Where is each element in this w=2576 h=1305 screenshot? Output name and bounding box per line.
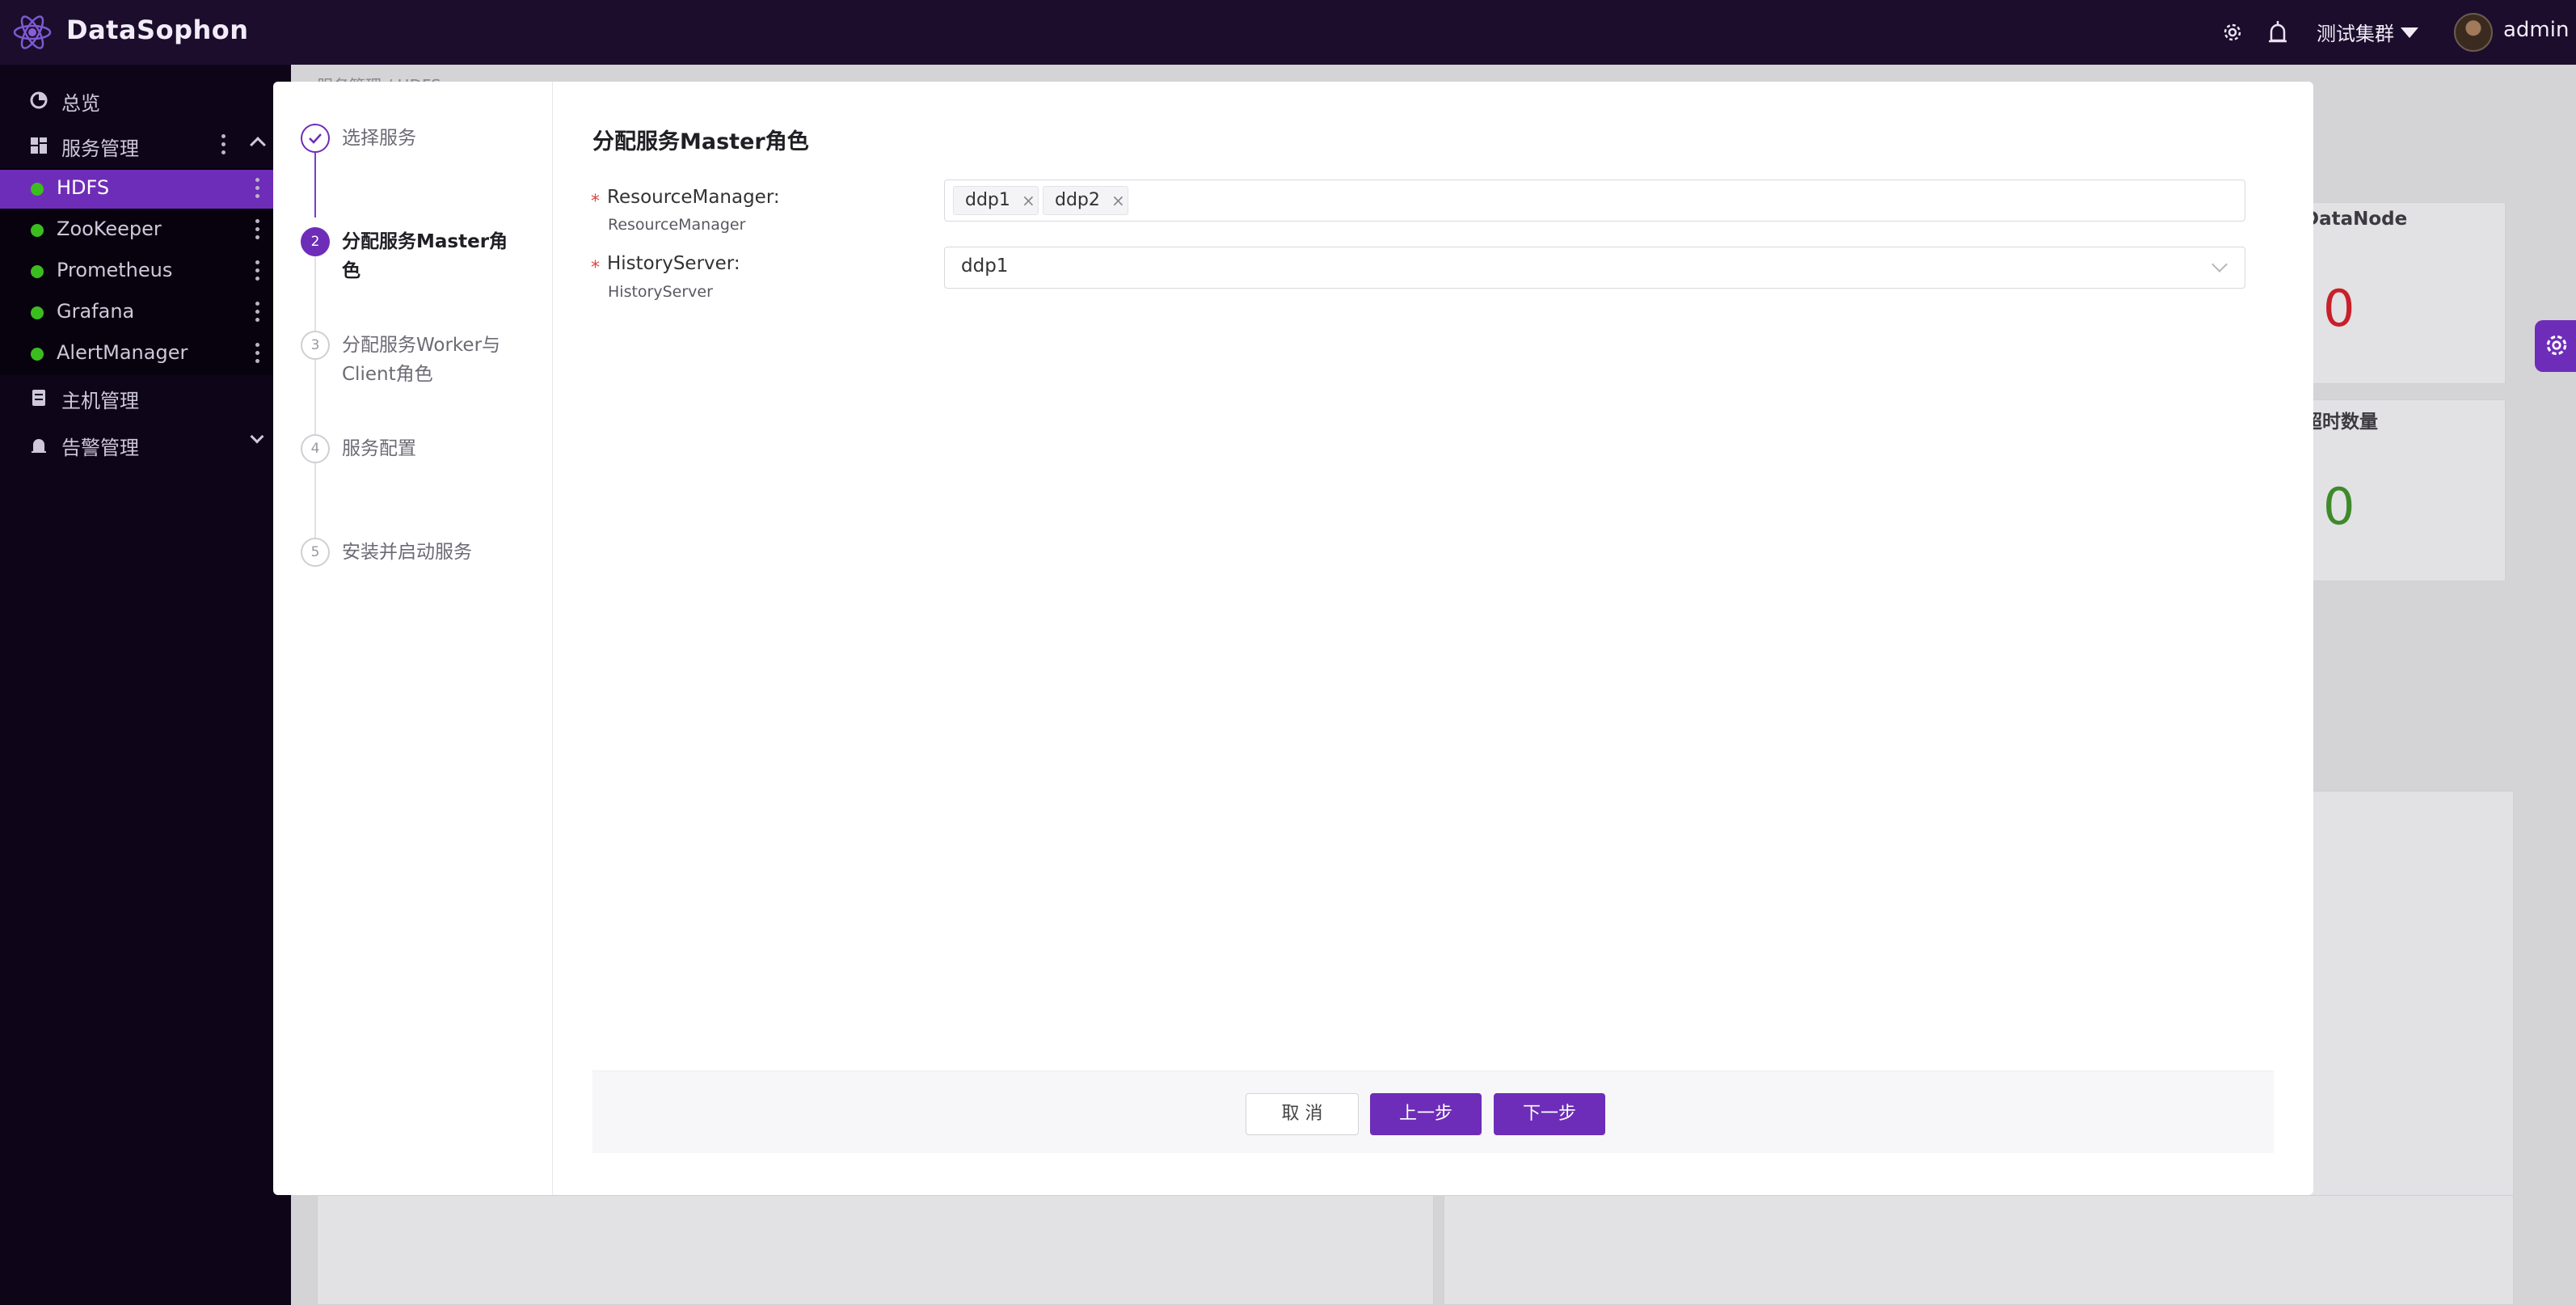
chevron-up-icon[interactable]: [250, 137, 266, 153]
previous-step-button[interactable]: 上一步: [1370, 1093, 1482, 1135]
field-sublabel-resourcemanager: ResourceManager: [608, 216, 746, 234]
remove-tag-icon[interactable]: ×: [1111, 187, 1125, 214]
metric-card-value: 0: [2323, 279, 2355, 338]
more-vertical-icon[interactable]: [255, 260, 260, 283]
select-value: ddp1: [961, 256, 1009, 277]
step-1-title: 选择服务: [342, 128, 416, 149]
top-header: DataSophon 测试集群 admin: [0, 0, 2576, 65]
alarm-icon: [32, 439, 46, 453]
sidebar-item-alertmanager[interactable]: AlertManager: [0, 335, 275, 374]
historyserver-select[interactable]: ddp1: [944, 247, 2245, 289]
sidebar-item-overview[interactable]: 总览: [0, 81, 275, 120]
metric-card-label: 超时数量: [2304, 412, 2378, 433]
tag-label: ddp1: [965, 190, 1010, 210]
step-connector: [314, 256, 316, 331]
step-3-indicator: 3: [301, 331, 330, 360]
add-service-dialog: 选择服务 2 分配服务Master角色 3 分配服务Worker与Client角…: [273, 82, 2313, 1195]
cluster-selector[interactable]: 测试集群: [2317, 18, 2394, 46]
step-4-title: 服务配置: [342, 438, 416, 459]
chevron-down-icon: [2211, 256, 2228, 272]
wizard-steps: 选择服务 2 分配服务Master角色 3 分配服务Worker与Client角…: [273, 82, 553, 1195]
sidebar-item-grafana[interactable]: Grafana: [0, 294, 275, 332]
resourcemanager-multiselect[interactable]: ddp1 × ddp2 ×: [944, 179, 2245, 222]
sidebar-item-host-management[interactable]: 主机管理: [0, 378, 275, 417]
pie-chart-icon: [30, 91, 48, 109]
status-dot: [31, 183, 44, 196]
field-label-resourcemanager: ResourceManager:: [607, 187, 780, 208]
step-5-indicator: 5: [301, 538, 330, 567]
more-vertical-icon[interactable]: [255, 343, 260, 365]
step-1-indicator: [301, 124, 330, 153]
next-step-button[interactable]: 下一步: [1494, 1093, 1605, 1135]
datasophon-logo-icon[interactable]: [11, 11, 53, 53]
sidebar-item-label: AlertManager: [57, 341, 188, 364]
sidebar-item-alert-management[interactable]: 告警管理: [0, 425, 275, 464]
step-5-title: 安装并启动服务: [342, 542, 472, 563]
field-label-historyserver: HistoryServer:: [607, 253, 740, 274]
sidebar-item-prometheus[interactable]: Prometheus: [0, 252, 275, 291]
sidebar-item-service-management[interactable]: 服务管理: [0, 126, 275, 165]
sidebar-item-label: HDFS: [57, 176, 110, 199]
chevron-down-icon[interactable]: [250, 429, 264, 444]
step-4-indicator: 4: [301, 434, 330, 463]
server-icon: [32, 390, 45, 406]
step-connector: [314, 463, 316, 538]
sidebar-item-label: 主机管理: [61, 390, 139, 412]
panel: [317, 1195, 1434, 1305]
sidebar-item-label: 总览: [61, 92, 100, 115]
step-connector: [314, 153, 316, 218]
sidebar-item-zookeeper[interactable]: ZooKeeper: [0, 211, 275, 250]
more-vertical-icon[interactable]: [255, 302, 260, 324]
field-sublabel-historyserver: HistoryServer: [608, 283, 713, 301]
required-marker: *: [591, 258, 600, 278]
selected-tag: ddp2 ×: [1043, 186, 1128, 215]
selected-tag: ddp1 ×: [953, 186, 1039, 215]
sidebar: 总览 服务管理 HDFS ZooKeeper Prometheus Grafan…: [0, 65, 291, 1305]
tag-label: ddp2: [1055, 190, 1100, 210]
required-marker: *: [591, 192, 600, 212]
cancel-button[interactable]: 取 消: [1246, 1093, 1359, 1135]
app-title: DataSophon: [66, 15, 249, 45]
gear-icon: [2546, 335, 2567, 356]
metric-card-label: DataNode: [2304, 209, 2408, 230]
step-connector: [314, 360, 316, 434]
user-avatar[interactable]: [2454, 13, 2493, 52]
step-3-title: 分配服务Worker与Client角色: [342, 335, 501, 385]
remove-tag-icon[interactable]: ×: [1022, 187, 1035, 214]
more-vertical-icon[interactable]: [255, 178, 260, 201]
sidebar-item-label: 服务管理: [61, 137, 139, 160]
caret-down-icon[interactable]: [2401, 27, 2418, 38]
settings-drawer-tab[interactable]: [2535, 320, 2576, 372]
step-2-title: 分配服务Master角色: [342, 231, 508, 281]
username[interactable]: admin: [2503, 18, 2569, 42]
dashboard-grid-icon: [31, 137, 47, 154]
more-vertical-icon[interactable]: [255, 219, 260, 242]
dialog-footer: 取 消 上一步 下一步: [592, 1071, 2274, 1153]
settings-gear-icon[interactable]: [2220, 19, 2245, 45]
step-2-indicator: 2: [301, 227, 330, 256]
metric-card-value: 0: [2323, 477, 2355, 536]
status-dot: [31, 306, 44, 319]
panel: [1444, 1195, 2514, 1305]
status-dot: [31, 224, 44, 237]
checkmark-icon: [309, 133, 322, 144]
sidebar-item-label: Prometheus: [57, 259, 173, 281]
form-title: 分配服务Master角色: [592, 129, 809, 154]
status-dot: [31, 348, 44, 361]
sidebar-item-label: ZooKeeper: [57, 218, 162, 240]
status-dot: [31, 265, 44, 278]
sidebar-item-label: Grafana: [57, 300, 135, 323]
sidebar-item-hdfs[interactable]: HDFS: [0, 170, 275, 209]
more-vertical-icon[interactable]: [221, 134, 226, 157]
alarm-icon[interactable]: [2265, 19, 2291, 45]
sidebar-item-label: 告警管理: [61, 437, 139, 459]
